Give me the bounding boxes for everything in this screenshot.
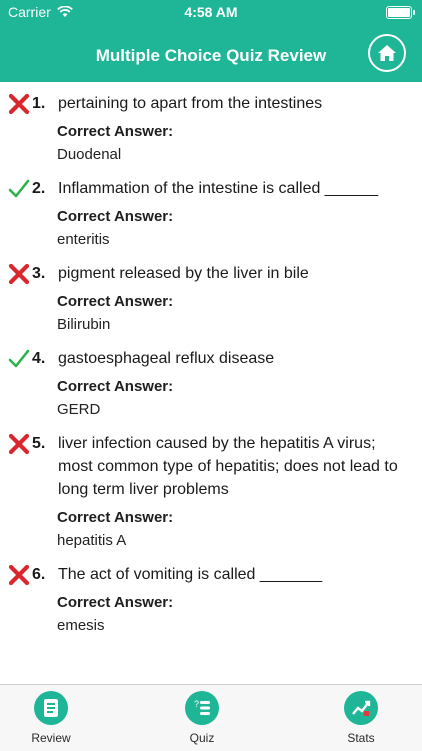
cross-icon (8, 433, 30, 455)
review-item: 3. pigment released by the liver in bile C… (0, 262, 422, 333)
home-icon (378, 45, 396, 61)
check-icon (8, 178, 30, 200)
correct-answer-value: enteritis (57, 231, 110, 248)
cross-icon (8, 564, 30, 586)
tab-review[interactable]: Review (16, 691, 86, 745)
question-number: 2. (32, 180, 46, 197)
correct-answer-value: hepatitis A (57, 532, 127, 549)
review-item: 5. liver infection caused by the hepatiti… (0, 432, 422, 549)
correct-answer-label: Correct Answer: (57, 293, 174, 310)
review-item: 4. gastoesphageal reflux disease Correct A… (0, 347, 422, 418)
question-text: gastoesphageal reflux disease (58, 350, 275, 367)
correct-answer-value: Bilirubin (57, 316, 111, 333)
tab-stats[interactable]: Stats (326, 691, 396, 745)
svg-text:?: ? (194, 699, 199, 709)
review-item: 2. Inflammation of the intestine is calle… (0, 177, 422, 248)
question-text: pertaining to apart from the intestines (58, 95, 323, 112)
question-row: 4. gastoesphageal reflux disease (8, 347, 422, 370)
cross-icon (8, 93, 30, 115)
status-bar: Carrier 4:58 AM (0, 0, 422, 24)
question-text: Inflammation of the intestine is called … (58, 180, 379, 197)
battery-icon (386, 6, 415, 19)
stats-icon (344, 691, 378, 725)
question-number: 5. (32, 435, 46, 452)
review-list[interactable]: 1. pertaining to apart from the intestine… (0, 92, 422, 684)
correct-answer-label: Correct Answer: (57, 123, 174, 140)
review-icon (34, 691, 68, 725)
check-icon (8, 348, 30, 370)
tab-bar: Review ? Quiz Stats (0, 684, 422, 751)
question-number: 4. (32, 350, 46, 367)
question-text: pigment released by the liver in bile (58, 265, 309, 282)
page-title: Multiple Choice Quiz Review (95, 46, 327, 65)
correct-answer-value: Duodenal (57, 146, 122, 163)
question-row: 5. liver infection caused by the hepatiti… (8, 432, 422, 501)
tab-quiz[interactable]: ? Quiz (167, 691, 237, 745)
correct-answer-label: Correct Answer: (57, 378, 174, 395)
correct-answer-label: Correct Answer: (57, 594, 174, 611)
question-row: 2. Inflammation of the intestine is calle… (8, 177, 422, 200)
tab-label: Stats (347, 731, 375, 745)
question-number: 1. (32, 95, 46, 112)
question-number: 3. (32, 265, 46, 282)
status-time: 4:58 AM (184, 4, 238, 20)
question-number: 6. (32, 566, 46, 583)
cross-icon (8, 263, 30, 285)
home-button[interactable] (368, 34, 406, 72)
correct-answer-value: emesis (57, 617, 105, 634)
app-header: Carrier 4:58 AM Multiple Choice Quiz Rev… (0, 0, 422, 82)
tab-label: Quiz (189, 731, 215, 745)
correct-answer-label: Correct Answer: (57, 509, 174, 526)
question-row: 1. pertaining to apart from the intestine… (8, 92, 422, 115)
question-row: 6. The act of vomiting is called _______ (8, 563, 422, 586)
question-text: liver infection caused by the hepatitis … (58, 435, 398, 498)
question-row: 3. pigment released by the liver in bile (8, 262, 422, 285)
review-item: 6. The act of vomiting is called _______ C… (0, 563, 422, 634)
question-text: The act of vomiting is called _______ (58, 566, 323, 583)
correct-answer-label: Correct Answer: (57, 208, 174, 225)
quiz-icon: ? (185, 691, 219, 725)
tab-label: Review (31, 731, 71, 745)
correct-answer-value: GERD (57, 401, 101, 418)
review-item: 1. pertaining to apart from the intestine… (0, 92, 422, 163)
